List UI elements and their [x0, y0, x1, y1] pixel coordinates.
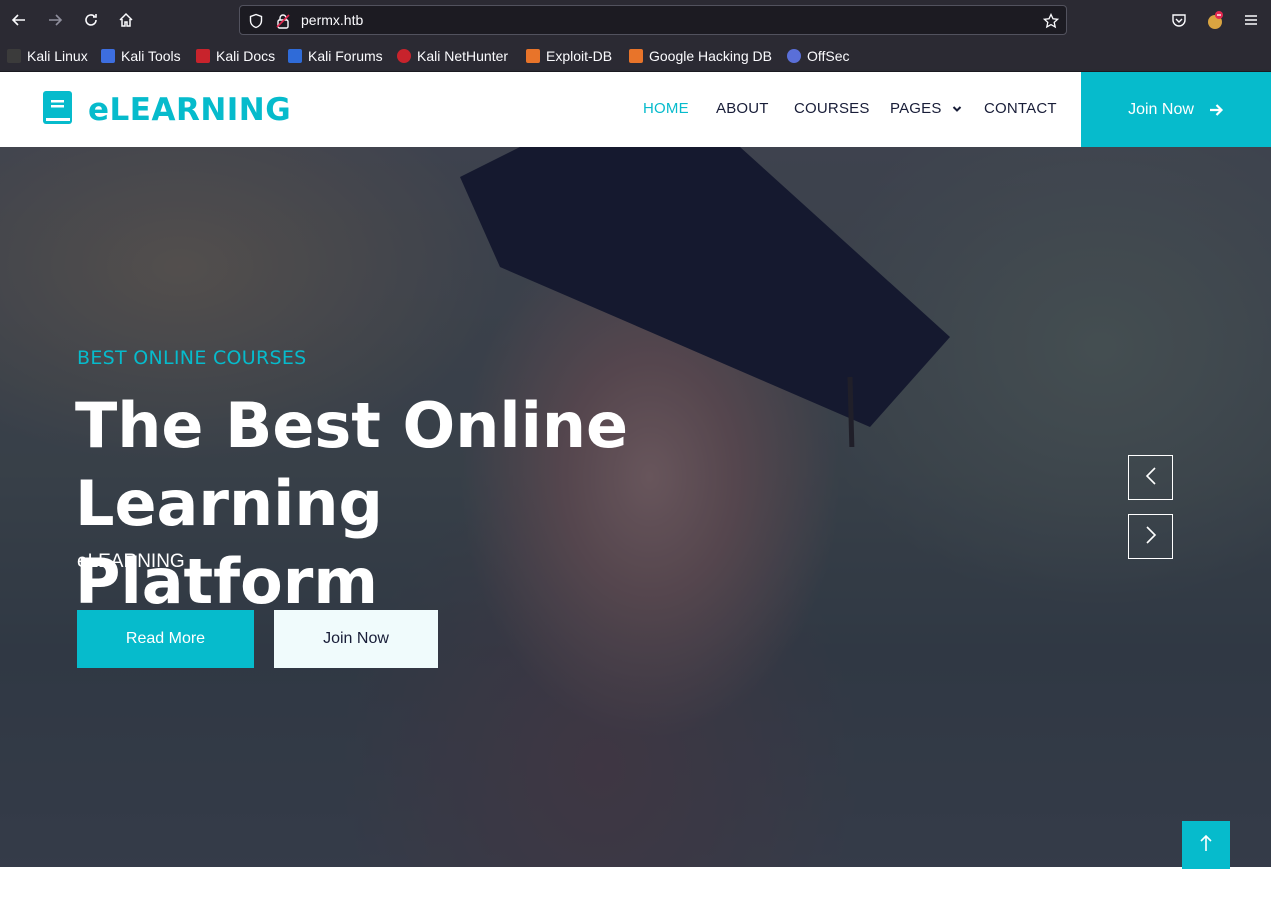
kali-docs-icon [196, 49, 210, 63]
bookmark-kali-forums[interactable]: Kali Forums [288, 47, 383, 65]
carousel-next-button[interactable] [1128, 514, 1173, 559]
back-arrow-icon[interactable] [7, 8, 31, 32]
arrow-right-icon [1208, 102, 1224, 118]
url-bar[interactable]: permx.htb [239, 5, 1067, 35]
book-icon [43, 91, 72, 128]
read-more-button[interactable]: Read More [77, 610, 254, 668]
arrow-up-icon [1198, 833, 1214, 857]
menu-icon[interactable] [1241, 10, 1261, 30]
bookmark-kali-docs[interactable]: Kali Docs [196, 47, 275, 65]
shield-icon[interactable] [248, 13, 264, 29]
url-text[interactable]: permx.htb [301, 12, 363, 28]
nav-pages-label: PAGES [890, 100, 942, 117]
site-logo[interactable]: eLEARNING [43, 91, 291, 128]
hero-subtitle: BEST ONLINE COURSES [77, 347, 307, 369]
nav-contact[interactable]: CONTACT [984, 100, 1057, 117]
join-now-hero-button[interactable]: Join Now [274, 610, 438, 668]
bookmarks-bar: Kali Linux Kali Tools Kali Docs Kali For… [0, 40, 1271, 72]
forward-arrow-icon[interactable] [43, 8, 67, 32]
carousel-prev-button[interactable] [1128, 455, 1173, 500]
kali-linux-icon [7, 49, 21, 63]
bookmark-kali-linux[interactable]: Kali Linux [7, 47, 88, 65]
hero-title-line2: Learning Platform [75, 467, 383, 618]
hero-carousel: BEST ONLINE COURSES The Best Online Lear… [0, 147, 1271, 867]
hero-title-line1: The Best Online [75, 389, 629, 462]
bookmark-offsec[interactable]: OffSec [787, 47, 850, 65]
lock-icon[interactable] [275, 13, 291, 29]
nav-pages[interactable]: PAGES [890, 100, 962, 118]
page-bottom [0, 867, 1271, 917]
site-header: eLEARNING HOME ABOUT COURSES PAGES CONTA… [0, 72, 1271, 147]
home-icon[interactable] [114, 8, 138, 32]
kali-nethunter-icon [397, 49, 411, 63]
browser-toolbar: permx.htb [0, 0, 1271, 40]
nav-home[interactable]: HOME [643, 100, 689, 117]
offsec-icon [787, 49, 801, 63]
bookmark-kali-tools[interactable]: Kali Tools [101, 47, 181, 65]
pocket-icon[interactable] [1169, 10, 1189, 30]
hero-title: The Best Online Learning Platform [75, 387, 695, 621]
nav-courses[interactable]: COURSES [794, 100, 870, 117]
chevron-down-icon [952, 101, 962, 118]
exploit-db-icon [526, 49, 540, 63]
join-now-header-button[interactable]: Join Now [1081, 72, 1271, 147]
google-hacking-db-icon [629, 49, 643, 63]
logo-text: eLEARNING [88, 91, 292, 128]
extension-icon[interactable] [1205, 10, 1225, 30]
bookmark-google-hacking-db[interactable]: Google Hacking DB [629, 47, 772, 65]
nav-about[interactable]: ABOUT [716, 100, 769, 117]
back-to-top-button[interactable] [1182, 821, 1230, 869]
chevron-left-icon [1144, 466, 1158, 490]
chevron-right-icon [1144, 525, 1158, 549]
reload-icon[interactable] [79, 8, 103, 32]
join-now-header-label: Join Now [1128, 100, 1194, 118]
kali-forums-icon [288, 49, 302, 63]
hero-brand: eLEARNING [77, 551, 185, 572]
star-icon[interactable] [1042, 12, 1060, 29]
bookmark-kali-nethunter[interactable]: Kali NetHunter [397, 47, 508, 65]
bookmark-exploit-db[interactable]: Exploit-DB [526, 47, 612, 65]
kali-tools-icon [101, 49, 115, 63]
